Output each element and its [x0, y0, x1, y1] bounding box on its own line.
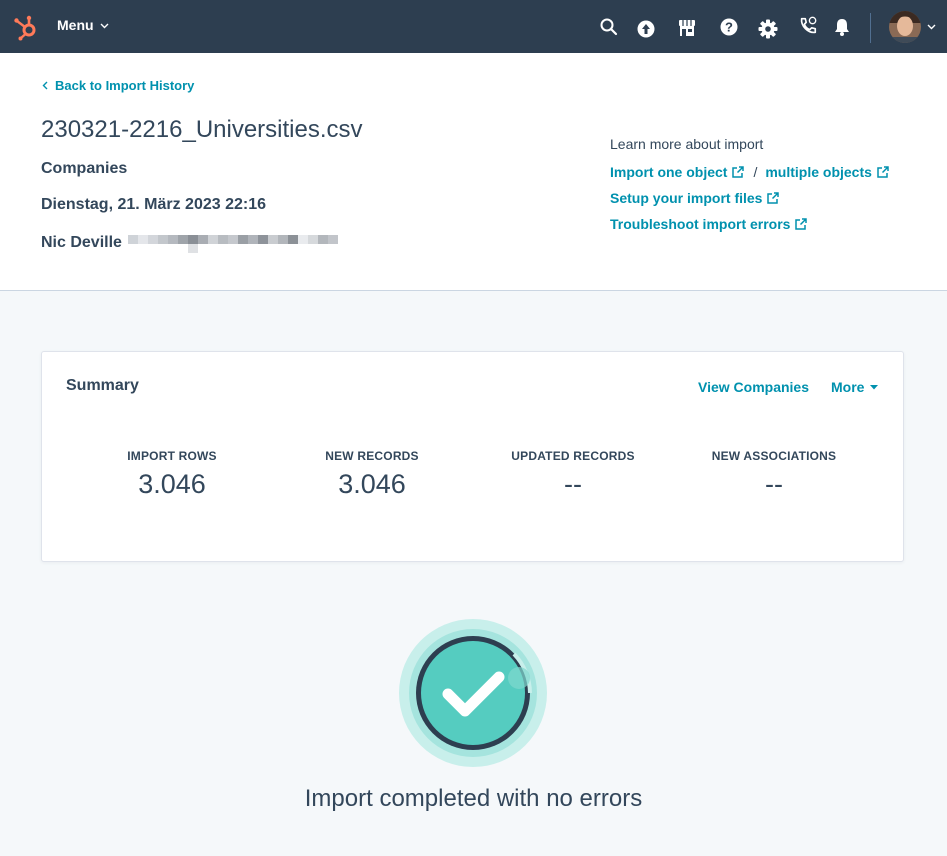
- learn-row-import-objects: Import one object / multiple objects: [610, 159, 890, 185]
- learn-more-section: Learn more about import Import one objec…: [610, 136, 890, 237]
- marketplace-icon[interactable]: [677, 18, 697, 38]
- user-avatar[interactable]: [889, 11, 921, 43]
- hubspot-logo-icon[interactable]: [12, 13, 40, 41]
- stat-new-records: NEW RECORDS 3.046: [272, 449, 472, 500]
- settings-icon[interactable]: [758, 19, 778, 39]
- chevron-left-icon: [42, 81, 48, 90]
- troubleshoot-import-errors-link[interactable]: Troubleshoot import errors: [610, 216, 790, 232]
- external-link-icon: [877, 166, 889, 178]
- more-dropdown-button[interactable]: More: [831, 379, 879, 395]
- back-to-import-history-link[interactable]: Back to Import History: [42, 78, 194, 93]
- upgrade-icon[interactable]: [636, 19, 656, 39]
- import-file-name: 230321-2216_Universities.csv: [41, 116, 363, 143]
- external-link-icon: [767, 192, 780, 204]
- view-companies-link[interactable]: View Companies: [698, 379, 809, 395]
- top-navigation-bar: Menu ?: [0, 0, 947, 53]
- help-icon[interactable]: ?: [719, 17, 739, 37]
- import-one-object-link[interactable]: Import one object: [610, 164, 727, 180]
- main-menu-button[interactable]: Menu: [57, 17, 109, 33]
- caret-down-icon: [870, 384, 879, 389]
- account-chevron-down-icon[interactable]: [927, 24, 936, 30]
- stat-value: 3.046: [138, 469, 206, 499]
- stat-label: NEW RECORDS: [325, 449, 419, 463]
- import-date: Dienstag, 21. März 2023 22:16: [41, 196, 267, 213]
- learn-more-heading: Learn more about import: [610, 136, 764, 152]
- import-user-name: Nic Deville: [41, 234, 122, 251]
- stat-value: 3.046: [338, 469, 406, 499]
- summary-title: Summary: [66, 377, 139, 394]
- import-complete-message: Import completed with no errors: [304, 785, 643, 812]
- stat-value: --: [765, 469, 783, 499]
- stat-label: UPDATED RECORDS: [511, 449, 635, 463]
- search-icon[interactable]: [599, 17, 619, 37]
- external-link-icon: [795, 218, 808, 230]
- nav-divider: [870, 13, 871, 43]
- learn-row-setup: Setup your import files: [610, 185, 890, 211]
- success-checkmark-icon: [399, 619, 547, 767]
- redacted-email: [127, 232, 340, 254]
- back-link-label: Back to Import History: [55, 78, 195, 93]
- avatar-image-icon: [889, 11, 921, 43]
- stat-value: --: [564, 469, 582, 499]
- import-object-type: Companies: [41, 160, 128, 177]
- notifications-icon[interactable]: [832, 17, 852, 37]
- external-link-icon: [732, 166, 745, 178]
- stat-new-associations: NEW ASSOCIATIONS --: [674, 449, 874, 500]
- import-user: Nic Deville: [41, 232, 340, 254]
- learn-row-troubleshoot: Troubleshoot import errors: [610, 211, 890, 237]
- chevron-down-icon: [100, 23, 109, 29]
- stat-import-rows: IMPORT ROWS 3.046: [72, 449, 272, 500]
- link-separator: /: [753, 164, 758, 180]
- import-header-panel: Back to Import History 230321-2216_Unive…: [0, 53, 947, 291]
- svg-text:?: ?: [725, 20, 733, 35]
- calling-icon[interactable]: [798, 16, 818, 36]
- multiple-objects-link[interactable]: multiple objects: [765, 164, 872, 180]
- stat-label: NEW ASSOCIATIONS: [711, 449, 837, 463]
- stat-updated-records: UPDATED RECORDS --: [473, 449, 673, 500]
- menu-label: Menu: [57, 17, 94, 33]
- setup-import-files-link[interactable]: Setup your import files: [610, 190, 762, 206]
- import-summary-card: Summary View Companies More IMPORT ROWS …: [41, 351, 904, 562]
- stat-label: IMPORT ROWS: [127, 449, 217, 463]
- more-label: More: [831, 379, 865, 395]
